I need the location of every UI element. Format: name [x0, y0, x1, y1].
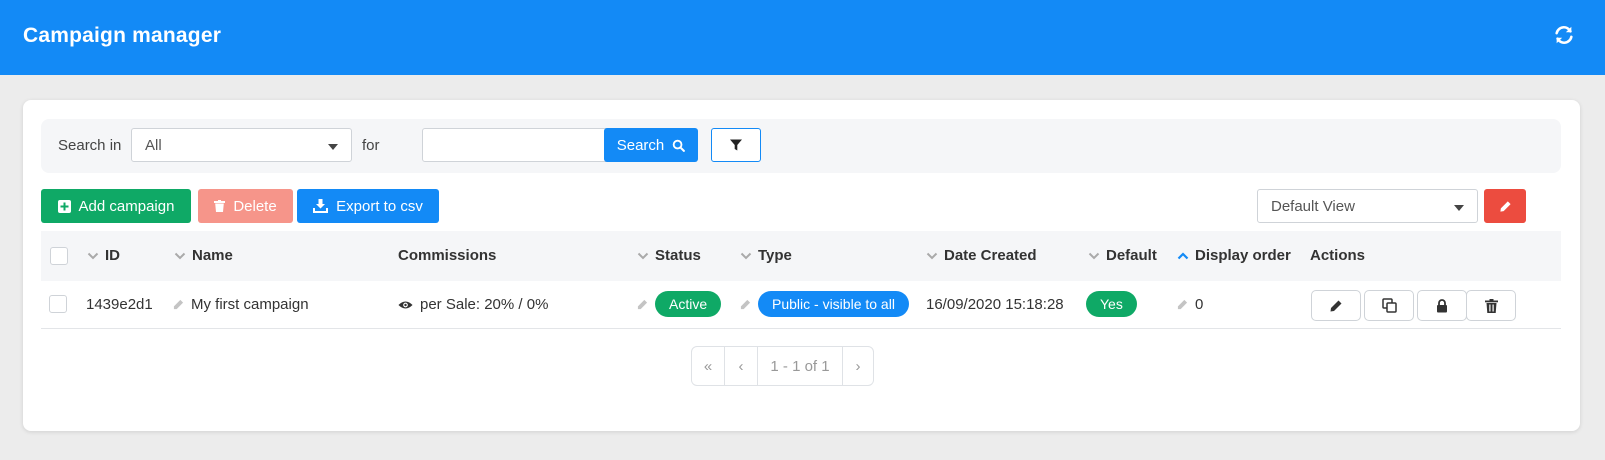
column-header-id[interactable]: ID — [87, 247, 120, 264]
chevron-down-icon — [174, 252, 186, 259]
column-header-label: Default — [1106, 247, 1157, 264]
cell-status: Active — [637, 291, 722, 317]
for-label: for — [362, 137, 380, 154]
commissions-value: per Sale: 20% / 0% — [420, 296, 549, 313]
view-select[interactable]: Default View — [1257, 189, 1478, 223]
column-header-label: Status — [655, 247, 701, 264]
search-in-value: All — [145, 137, 162, 154]
search-input[interactable] — [422, 128, 630, 162]
pagination: « ‹ 1 - 1 of 1 › — [691, 346, 874, 386]
column-header-default[interactable]: Default — [1088, 247, 1157, 264]
column-header-display-order[interactable]: Display order — [1177, 247, 1291, 264]
view-select-value: Default View — [1271, 198, 1355, 215]
search-in-label: Search in — [58, 137, 122, 154]
prev-page-button[interactable]: ‹ — [725, 347, 758, 385]
delete-label: Delete — [233, 197, 277, 215]
display-order-value: 0 — [1195, 296, 1204, 313]
pencil-icon[interactable] — [637, 299, 648, 310]
pencil-icon[interactable] — [740, 299, 751, 310]
column-header-name[interactable]: Name — [174, 247, 233, 264]
type-badge: Public - visible to all — [758, 291, 909, 317]
column-header-label: Display order — [1195, 247, 1291, 264]
edit-button[interactable] — [1311, 290, 1361, 321]
chevron-down-icon — [87, 252, 99, 259]
chevron-down-icon — [926, 252, 938, 259]
toolbar: Add campaign Delete Export to csv Defaul… — [41, 189, 1561, 223]
cell-commissions: per Sale: 20% / 0% — [398, 296, 548, 313]
trash-icon — [1484, 298, 1498, 313]
trash-icon — [214, 200, 226, 212]
cell-date-created: 16/09/2020 15:18:28 — [926, 296, 1064, 313]
date-created-value: 16/09/2020 15:18:28 — [926, 296, 1064, 313]
download-icon — [313, 199, 329, 213]
column-header-label: Date Created — [944, 247, 1037, 264]
default-badge: Yes — [1086, 291, 1137, 317]
table-header: ID Name Commissions Status Type Date Cre… — [41, 231, 1561, 281]
add-campaign-label: Add campaign — [78, 197, 175, 215]
row-checkbox[interactable] — [49, 295, 67, 313]
status-badge: Active — [655, 291, 722, 317]
first-page-button[interactable]: « — [692, 347, 725, 385]
chevron-up-icon — [1177, 251, 1189, 259]
copy-button[interactable] — [1364, 290, 1414, 321]
pencil-icon — [1330, 300, 1342, 311]
page-info: 1 - 1 of 1 — [758, 347, 843, 385]
pencil-icon[interactable] — [1177, 299, 1188, 310]
export-csv-label: Export to csv — [336, 197, 423, 215]
add-campaign-button[interactable]: Add campaign — [41, 189, 191, 223]
column-header-commissions: Commissions — [398, 247, 496, 264]
filter-icon — [730, 139, 742, 151]
search-in-select[interactable]: All — [131, 128, 352, 162]
cell-name: My first campaign — [173, 296, 309, 313]
lock-icon — [1437, 298, 1447, 312]
id-value: 1439e2d1 — [86, 296, 153, 313]
column-header-label: Type — [758, 247, 792, 264]
caret-down-icon — [1454, 205, 1464, 211]
delete-row-button[interactable] — [1466, 290, 1516, 321]
edit-view-button[interactable] — [1484, 189, 1526, 223]
table-row: 1439e2d1 My first campaign per Sale: 20%… — [41, 281, 1561, 329]
column-header-actions: Actions — [1310, 247, 1365, 264]
top-bar: Campaign manager — [0, 0, 1605, 75]
column-header-type[interactable]: Type — [740, 247, 792, 264]
column-header-label: ID — [105, 247, 120, 264]
lock-button[interactable] — [1417, 290, 1467, 321]
column-header-label: Name — [192, 247, 233, 264]
cell-type: Public - visible to all — [740, 291, 909, 317]
select-all-checkbox[interactable] — [50, 247, 68, 265]
caret-down-icon — [328, 144, 338, 150]
cell-default: Yes — [1086, 291, 1137, 317]
column-header-date-created[interactable]: Date Created — [926, 247, 1037, 264]
column-header-label: Actions — [1310, 247, 1366, 264]
chevron-down-icon — [637, 252, 649, 259]
chevron-down-icon — [1088, 252, 1100, 259]
delete-button[interactable]: Delete — [198, 189, 293, 223]
cell-display-order: 0 — [1177, 296, 1203, 313]
pencil-icon[interactable] — [173, 299, 184, 310]
refresh-icon[interactable] — [1553, 24, 1575, 46]
filter-button[interactable] — [711, 128, 761, 162]
search-button-label: Search — [616, 136, 665, 154]
column-header-label: Commissions — [398, 247, 497, 264]
chevron-down-icon — [740, 252, 752, 259]
export-csv-button[interactable]: Export to csv — [297, 189, 439, 223]
eye-icon[interactable] — [398, 300, 413, 310]
pencil-icon — [1499, 200, 1511, 212]
next-page-button[interactable]: › — [843, 347, 873, 385]
search-bar: Search in All for Search — [41, 119, 1561, 173]
page-title: Campaign manager — [23, 24, 222, 47]
column-header-status[interactable]: Status — [637, 247, 701, 264]
campaign-card: Search in All for Search Add campaign De… — [23, 100, 1580, 431]
name-value: My first campaign — [191, 296, 309, 313]
search-icon — [673, 139, 686, 152]
search-button[interactable]: Search — [604, 128, 698, 162]
plus-square-icon — [57, 199, 71, 213]
copy-icon — [1381, 298, 1397, 313]
cell-id: 1439e2d1 — [86, 296, 153, 313]
